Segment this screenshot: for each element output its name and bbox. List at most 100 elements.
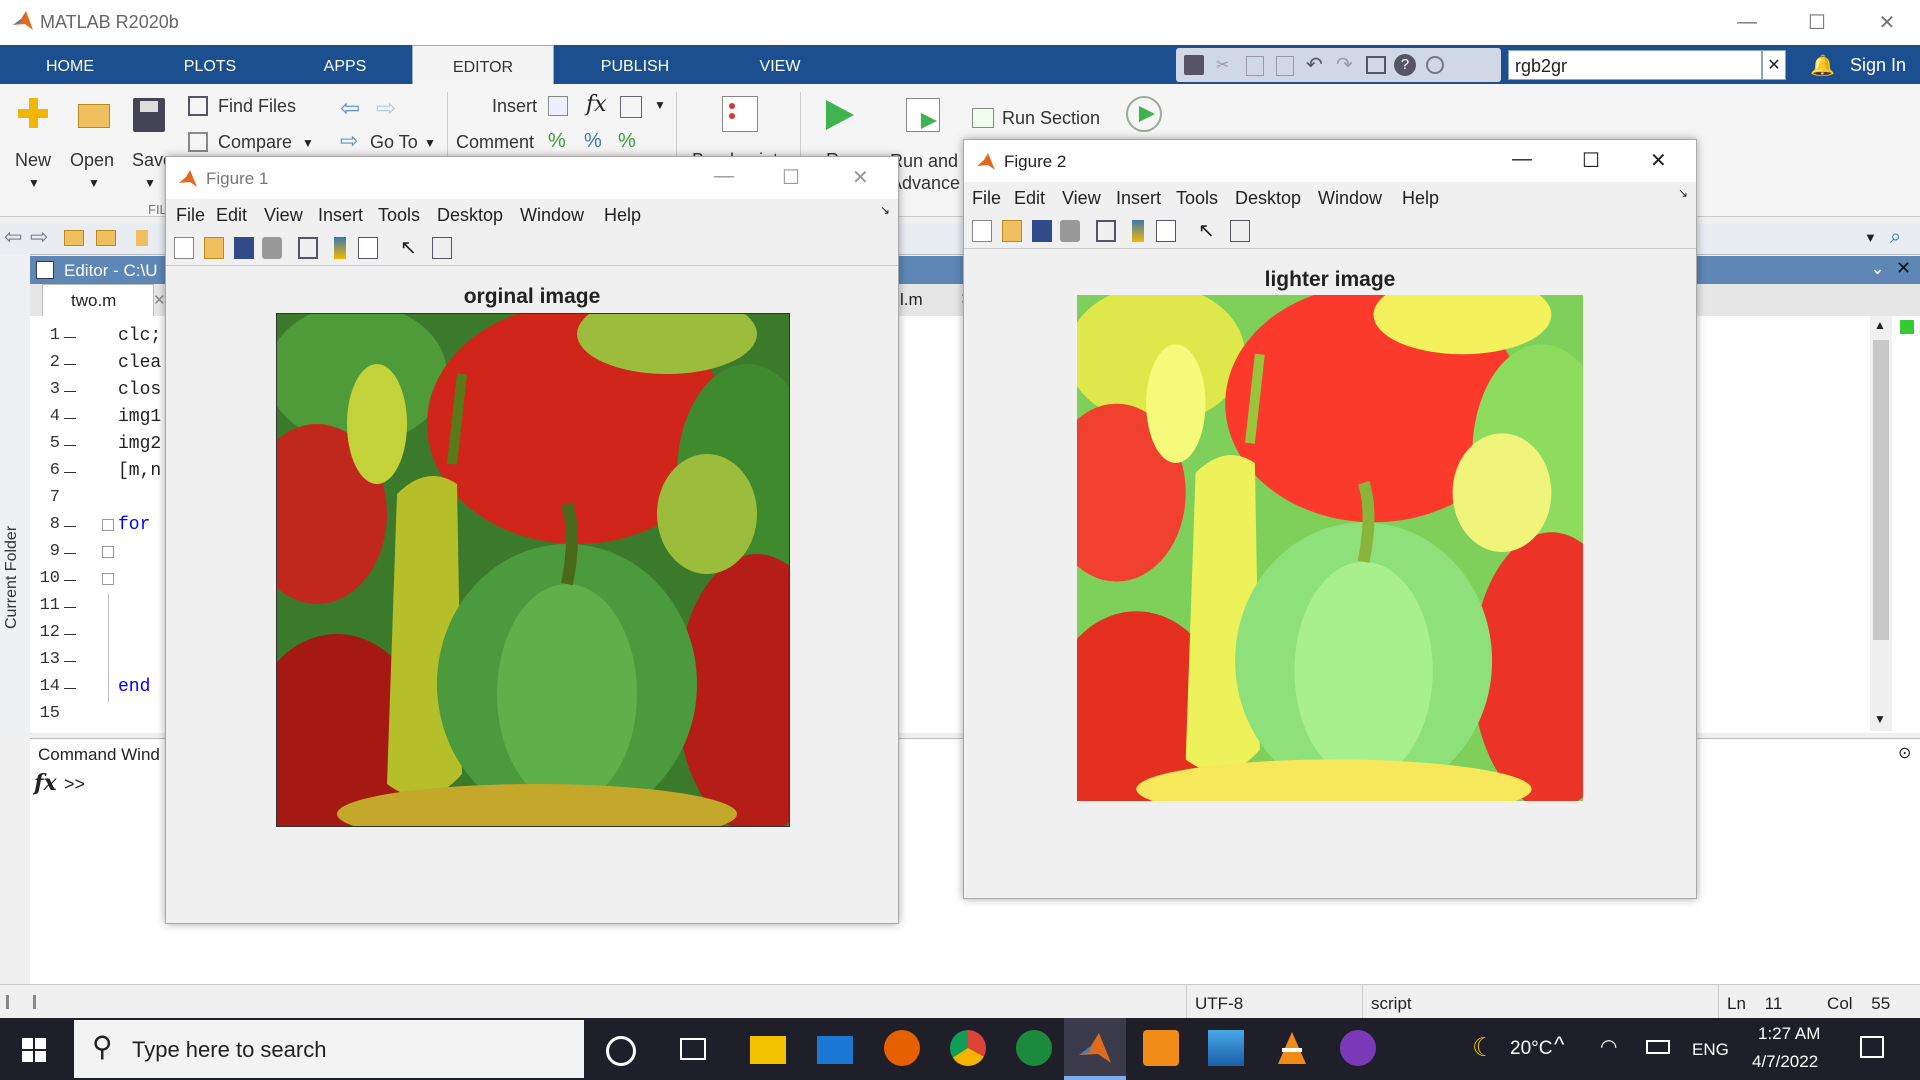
menu-edit[interactable]: Edit <box>216 205 247 226</box>
insert-button[interactable]: Insert <box>490 94 590 120</box>
undo-icon[interactable]: ↶ <box>1306 52 1323 77</box>
menu-file[interactable]: File <box>972 188 1001 209</box>
menu-desktop[interactable]: Desktop <box>437 205 503 226</box>
code-fold-icon[interactable] <box>102 573 114 585</box>
open-file-icon[interactable] <box>204 237 224 259</box>
figure-2-window[interactable]: Figure 2 — ☐ ✕ File Edit View Insert Too… <box>963 139 1697 899</box>
property-inspector-icon[interactable] <box>432 237 452 259</box>
input-language[interactable]: ENG <box>1692 1040 1729 1060</box>
scrollbar-thumb[interactable] <box>1873 340 1889 640</box>
executable-line-marker[interactable] <box>64 553 76 554</box>
redo-icon[interactable]: ↷ <box>1336 52 1353 77</box>
edit-plot-icon[interactable]: ↖ <box>1198 218 1218 242</box>
executable-line-marker[interactable] <box>64 472 76 473</box>
original-peppers-image[interactable] <box>276 313 790 827</box>
save-figure-icon[interactable] <box>1032 220 1052 242</box>
editor-close-icon[interactable]: ✕ <box>1896 258 1911 279</box>
back-arrow-icon[interactable]: ⇦ <box>340 94 360 123</box>
save-icon[interactable] <box>1184 55 1204 75</box>
link-plot-icon[interactable] <box>1096 220 1116 242</box>
tab-plots[interactable]: PLOTS <box>160 45 260 84</box>
executable-line-marker[interactable] <box>64 607 76 608</box>
run-and-time-icon[interactable] <box>1126 96 1162 132</box>
executable-line-marker[interactable] <box>64 445 76 446</box>
file-explorer-icon[interactable] <box>750 1036 786 1064</box>
edit-plot-icon[interactable]: ↖ <box>400 235 420 259</box>
notification-bell-icon[interactable]: 🔔 <box>1810 53 1835 78</box>
clock-time[interactable]: 1:27 AM <box>1758 1024 1820 1044</box>
legend-icon[interactable] <box>1156 220 1176 242</box>
menu-tools[interactable]: Tools <box>1176 188 1218 209</box>
executable-line-marker[interactable] <box>64 391 76 392</box>
code-fold-icon[interactable] <box>102 519 114 531</box>
chrome-icon[interactable] <box>950 1030 986 1066</box>
paste-icon[interactable] <box>1276 56 1294 76</box>
figure-1-title-bar[interactable]: Figure 1 — ☐ ✕ <box>166 157 898 199</box>
forward-icon[interactable]: ⇨ <box>30 224 48 250</box>
wifi-icon[interactable]: ◠ <box>1600 1034 1617 1059</box>
scroll-down-icon[interactable]: ▼ <box>1874 712 1886 726</box>
dropdown-icon[interactable] <box>1426 56 1444 74</box>
firefox-icon[interactable] <box>884 1030 920 1066</box>
new-button[interactable]: New ▼ <box>10 92 58 212</box>
print-figure-icon[interactable] <box>262 237 282 259</box>
search-folder-icon[interactable]: ⌕ <box>1890 226 1901 249</box>
up-folder-icon[interactable] <box>64 230 84 246</box>
link-plot-icon[interactable] <box>298 237 318 259</box>
executable-line-marker[interactable] <box>64 580 76 581</box>
clear-search-icon[interactable]: ✕ <box>1762 50 1786 80</box>
insert-function-icon[interactable]: fx <box>586 92 607 117</box>
scroll-up-icon[interactable]: ▲ <box>1874 318 1886 332</box>
run-section-button[interactable]: Run Section <box>972 106 1102 132</box>
github-icon[interactable] <box>1340 1030 1376 1066</box>
close-button[interactable]: ✕ <box>1852 0 1920 45</box>
maximize-button[interactable]: ☐ <box>1782 0 1852 45</box>
comment-button[interactable]: Comment % % % <box>456 130 636 156</box>
minimize-button[interactable]: — <box>1712 0 1782 45</box>
executable-line-marker[interactable] <box>64 337 76 338</box>
print-figure-icon[interactable] <box>1060 220 1080 242</box>
new-figure-icon[interactable] <box>972 220 992 242</box>
menu-window[interactable]: Window <box>1318 188 1382 209</box>
editor-options-icon[interactable]: ⌄ <box>1870 258 1885 279</box>
colorbar-icon[interactable] <box>1132 220 1144 242</box>
editor-scrollbar[interactable]: ▲ ▼ <box>1870 316 1892 731</box>
tab-view[interactable]: VIEW <box>730 45 830 84</box>
menu-help[interactable]: Help <box>604 205 641 226</box>
code-analyzer-indicator[interactable] <box>1900 320 1914 334</box>
documentation-search-input[interactable]: rgb2gr <box>1508 50 1762 80</box>
copy-icon[interactable] <box>1246 56 1264 76</box>
menu-desktop[interactable]: Desktop <box>1235 188 1301 209</box>
help-icon[interactable]: ? <box>1394 54 1416 76</box>
executable-line-marker[interactable] <box>64 418 76 419</box>
battery-icon[interactable] <box>1646 1040 1670 1054</box>
weather-temperature[interactable]: 20°C <box>1510 1038 1552 1060</box>
vlc-icon[interactable] <box>1274 1030 1310 1066</box>
menu-edit[interactable]: Edit <box>1014 188 1045 209</box>
executable-line-marker[interactable] <box>64 364 76 365</box>
browse-folder-icon[interactable] <box>96 230 116 246</box>
compare-button[interactable]: Compare ▼ <box>188 130 318 156</box>
find-files-button[interactable]: Find Files <box>188 94 328 120</box>
current-folder-panel[interactable]: Current Folder <box>0 254 31 734</box>
executable-line-marker[interactable] <box>64 526 76 527</box>
figure-2-minimize-button[interactable]: — <box>1512 148 1532 171</box>
cut-icon[interactable]: ✂ <box>1216 55 1234 75</box>
open-file-icon[interactable] <box>1002 220 1022 242</box>
executable-line-marker[interactable] <box>64 634 76 635</box>
dock-arrow-icon[interactable]: ↘ <box>1678 186 1688 200</box>
lighter-peppers-image[interactable] <box>1077 295 1583 801</box>
address-dropdown-icon[interactable]: ▼ <box>1864 230 1877 245</box>
menu-window[interactable]: Window <box>520 205 584 226</box>
notifications-icon[interactable] <box>1860 1036 1884 1058</box>
matlab-taskbar-button[interactable] <box>1064 1018 1126 1080</box>
edit-dropdown-icon[interactable]: ▼ <box>654 98 666 112</box>
menu-file[interactable]: File <box>176 205 205 226</box>
executable-line-marker[interactable] <box>64 688 76 689</box>
tab-close-icon[interactable]: ✕ <box>153 291 166 309</box>
back-forward-buttons[interactable]: ⇦ ⇨ <box>340 94 400 123</box>
menu-insert[interactable]: Insert <box>1116 188 1161 209</box>
figure-2-maximize-button[interactable]: ☐ <box>1582 148 1600 173</box>
show-hidden-icons-icon[interactable]: ^ <box>1554 1032 1564 1058</box>
figure-1-close-button[interactable]: ✕ <box>852 165 869 190</box>
